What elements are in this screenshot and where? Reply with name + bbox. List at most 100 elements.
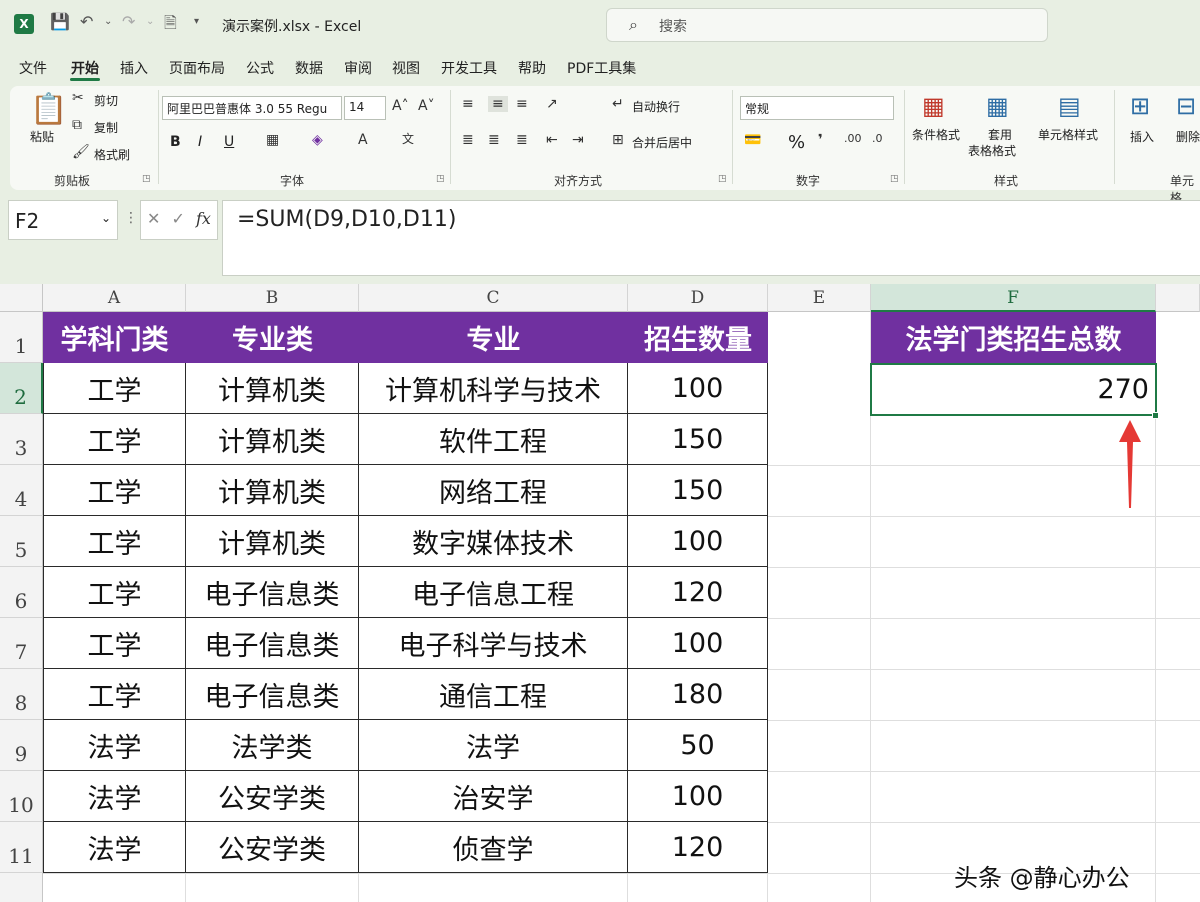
select-all-corner[interactable] (0, 284, 43, 312)
major-cell[interactable]: 电子信息工程 (359, 567, 628, 618)
format-as-table-label[interactable]: 套用 (988, 126, 1012, 143)
search-box[interactable]: ⌕ 搜索 (606, 8, 1048, 42)
discipline-cell[interactable]: 工学 (43, 618, 186, 669)
row-header-2[interactable]: 2 (0, 363, 43, 414)
delete-cells-icon[interactable]: ⊟ (1176, 92, 1196, 120)
format-as-table-icon[interactable]: ▦ (986, 92, 1009, 120)
name-box[interactable]: F2 ⌄ (8, 200, 118, 240)
enrollment-cell[interactable]: 100 (628, 363, 768, 414)
column-header-e[interactable]: E (768, 284, 871, 312)
major-cell[interactable]: 侦查学 (359, 822, 628, 873)
enrollment-cell[interactable]: 100 (628, 771, 768, 822)
enter-icon[interactable]: ✓ (172, 209, 185, 228)
column-header-a[interactable]: A (43, 284, 186, 312)
fill-color-icon[interactable]: ◈ (312, 132, 323, 148)
formula-input[interactable]: =SUM(D9,D10,D11) (222, 200, 1200, 276)
row-header-9[interactable]: 9 (0, 720, 43, 771)
enrollment-cell[interactable]: 100 (628, 516, 768, 567)
column-header-f[interactable]: F (871, 284, 1156, 312)
tab-home[interactable]: 开始 (71, 58, 99, 78)
row-header-1[interactable]: 1 (0, 312, 43, 363)
major-cell[interactable]: 治安学 (359, 771, 628, 822)
enrollment-cell[interactable]: 180 (628, 669, 768, 720)
enrollment-cell[interactable]: 150 (628, 414, 768, 465)
discipline-cell[interactable]: 工学 (43, 363, 186, 414)
discipline-cell[interactable]: 工学 (43, 465, 186, 516)
table-header-cell[interactable]: 学科门类 (43, 312, 186, 363)
discipline-cell[interactable]: 工学 (43, 567, 186, 618)
cell-styles-button[interactable]: 单元格样式 (1038, 126, 1098, 143)
major-category-cell[interactable]: 计算机类 (186, 414, 359, 465)
save-icon[interactable]: 💾 (50, 12, 70, 31)
tab-developer[interactable]: 开发工具 (441, 58, 497, 78)
align-bottom-icon[interactable]: ≡ (516, 96, 528, 112)
major-category-cell[interactable]: 电子信息类 (186, 618, 359, 669)
font-launcher-icon[interactable]: ◳ (436, 174, 445, 184)
major-cell[interactable]: 软件工程 (359, 414, 628, 465)
merge-center-button[interactable]: 合并后居中 (632, 134, 692, 151)
format-painter-icon[interactable]: 🖌 (72, 144, 90, 160)
discipline-cell[interactable]: 法学 (43, 771, 186, 822)
major-category-cell[interactable]: 公安学类 (186, 822, 359, 873)
insert-cells-icon[interactable]: ⊞ (1130, 92, 1150, 120)
major-cell[interactable]: 法学 (359, 720, 628, 771)
discipline-cell[interactable]: 法学 (43, 720, 186, 771)
increase-font-icon[interactable]: A˄ (392, 98, 409, 114)
cut-icon[interactable]: ✂ (72, 90, 84, 106)
align-left-icon[interactable]: ≣ (462, 132, 474, 148)
insert-function-button[interactable]: fx (196, 209, 211, 228)
worksheet[interactable]: A B C D E F 1 2 3 4 5 6 7 8 9 10 11 学科门类… (0, 284, 1200, 902)
tab-formulas[interactable]: 公式 (246, 58, 274, 78)
increase-decimal-icon[interactable]: .00 (844, 132, 862, 145)
major-category-cell[interactable]: 公安学类 (186, 771, 359, 822)
delete-cells-button[interactable]: 删除 (1176, 128, 1200, 145)
format-painter-button[interactable]: 格式刷 (94, 146, 130, 163)
enrollment-cell[interactable]: 50 (628, 720, 768, 771)
borders-icon[interactable]: ▦ (266, 132, 279, 148)
column-header-d[interactable]: D (628, 284, 768, 312)
comma-style-icon[interactable]: ❜ (818, 132, 823, 148)
major-category-cell[interactable]: 法学类 (186, 720, 359, 771)
discipline-cell[interactable]: 工学 (43, 516, 186, 567)
undo-icon[interactable]: ↶ (80, 12, 93, 31)
italic-button[interactable]: I (198, 134, 202, 150)
format-as-table-button[interactable]: 表格格式 (968, 142, 1016, 159)
selected-cell-f2[interactable]: 270 (870, 363, 1157, 416)
row-header-5[interactable]: 5 (0, 516, 43, 567)
tab-pdf-tools[interactable]: PDF工具集 (567, 58, 636, 78)
customize-qat-icon[interactable]: ▾ (194, 16, 199, 27)
table-header-cell[interactable]: 专业类 (186, 312, 359, 363)
enrollment-cell[interactable]: 120 (628, 822, 768, 873)
tab-data[interactable]: 数据 (295, 58, 323, 78)
wrap-text-button[interactable]: 自动换行 (632, 98, 680, 115)
align-right-icon[interactable]: ≣ (516, 132, 528, 148)
row-header-7[interactable]: 7 (0, 618, 43, 669)
column-header-c[interactable]: C (359, 284, 628, 312)
orientation-icon[interactable]: ↗ (546, 96, 558, 112)
print-preview-icon[interactable]: 🗎 (164, 12, 177, 39)
major-cell[interactable]: 通信工程 (359, 669, 628, 720)
merge-center-icon[interactable]: ⊞ (612, 132, 624, 148)
enrollment-cell[interactable]: 120 (628, 567, 768, 618)
conditional-formatting-button[interactable]: 条件格式 (912, 126, 960, 143)
align-middle-icon[interactable]: ≡ (488, 96, 508, 112)
underline-button[interactable]: U (224, 134, 234, 150)
major-category-cell[interactable]: 计算机类 (186, 516, 359, 567)
conditional-formatting-icon[interactable]: ▦ (922, 92, 945, 120)
align-center-icon[interactable]: ≣ (488, 132, 500, 148)
font-name-select[interactable]: 阿里巴巴普惠体 3.0 55 Regu (162, 96, 342, 120)
major-cell[interactable]: 数字媒体技术 (359, 516, 628, 567)
copy-button[interactable]: 复制 (94, 119, 118, 136)
row-header-4[interactable]: 4 (0, 465, 43, 516)
fill-handle[interactable] (1152, 412, 1159, 419)
discipline-cell[interactable]: 法学 (43, 822, 186, 873)
enrollment-cell[interactable]: 100 (628, 618, 768, 669)
redo-dropdown-icon[interactable]: ⌄ (146, 16, 154, 27)
font-size-select[interactable]: 14 (344, 96, 386, 120)
align-top-icon[interactable]: ≡ (462, 96, 474, 112)
enrollment-cell[interactable]: 150 (628, 465, 768, 516)
major-category-cell[interactable]: 计算机类 (186, 465, 359, 516)
increase-indent-icon[interactable]: ⇥ (572, 132, 584, 148)
insert-cells-button[interactable]: 插入 (1130, 128, 1154, 145)
tab-help[interactable]: 帮助 (518, 58, 546, 78)
